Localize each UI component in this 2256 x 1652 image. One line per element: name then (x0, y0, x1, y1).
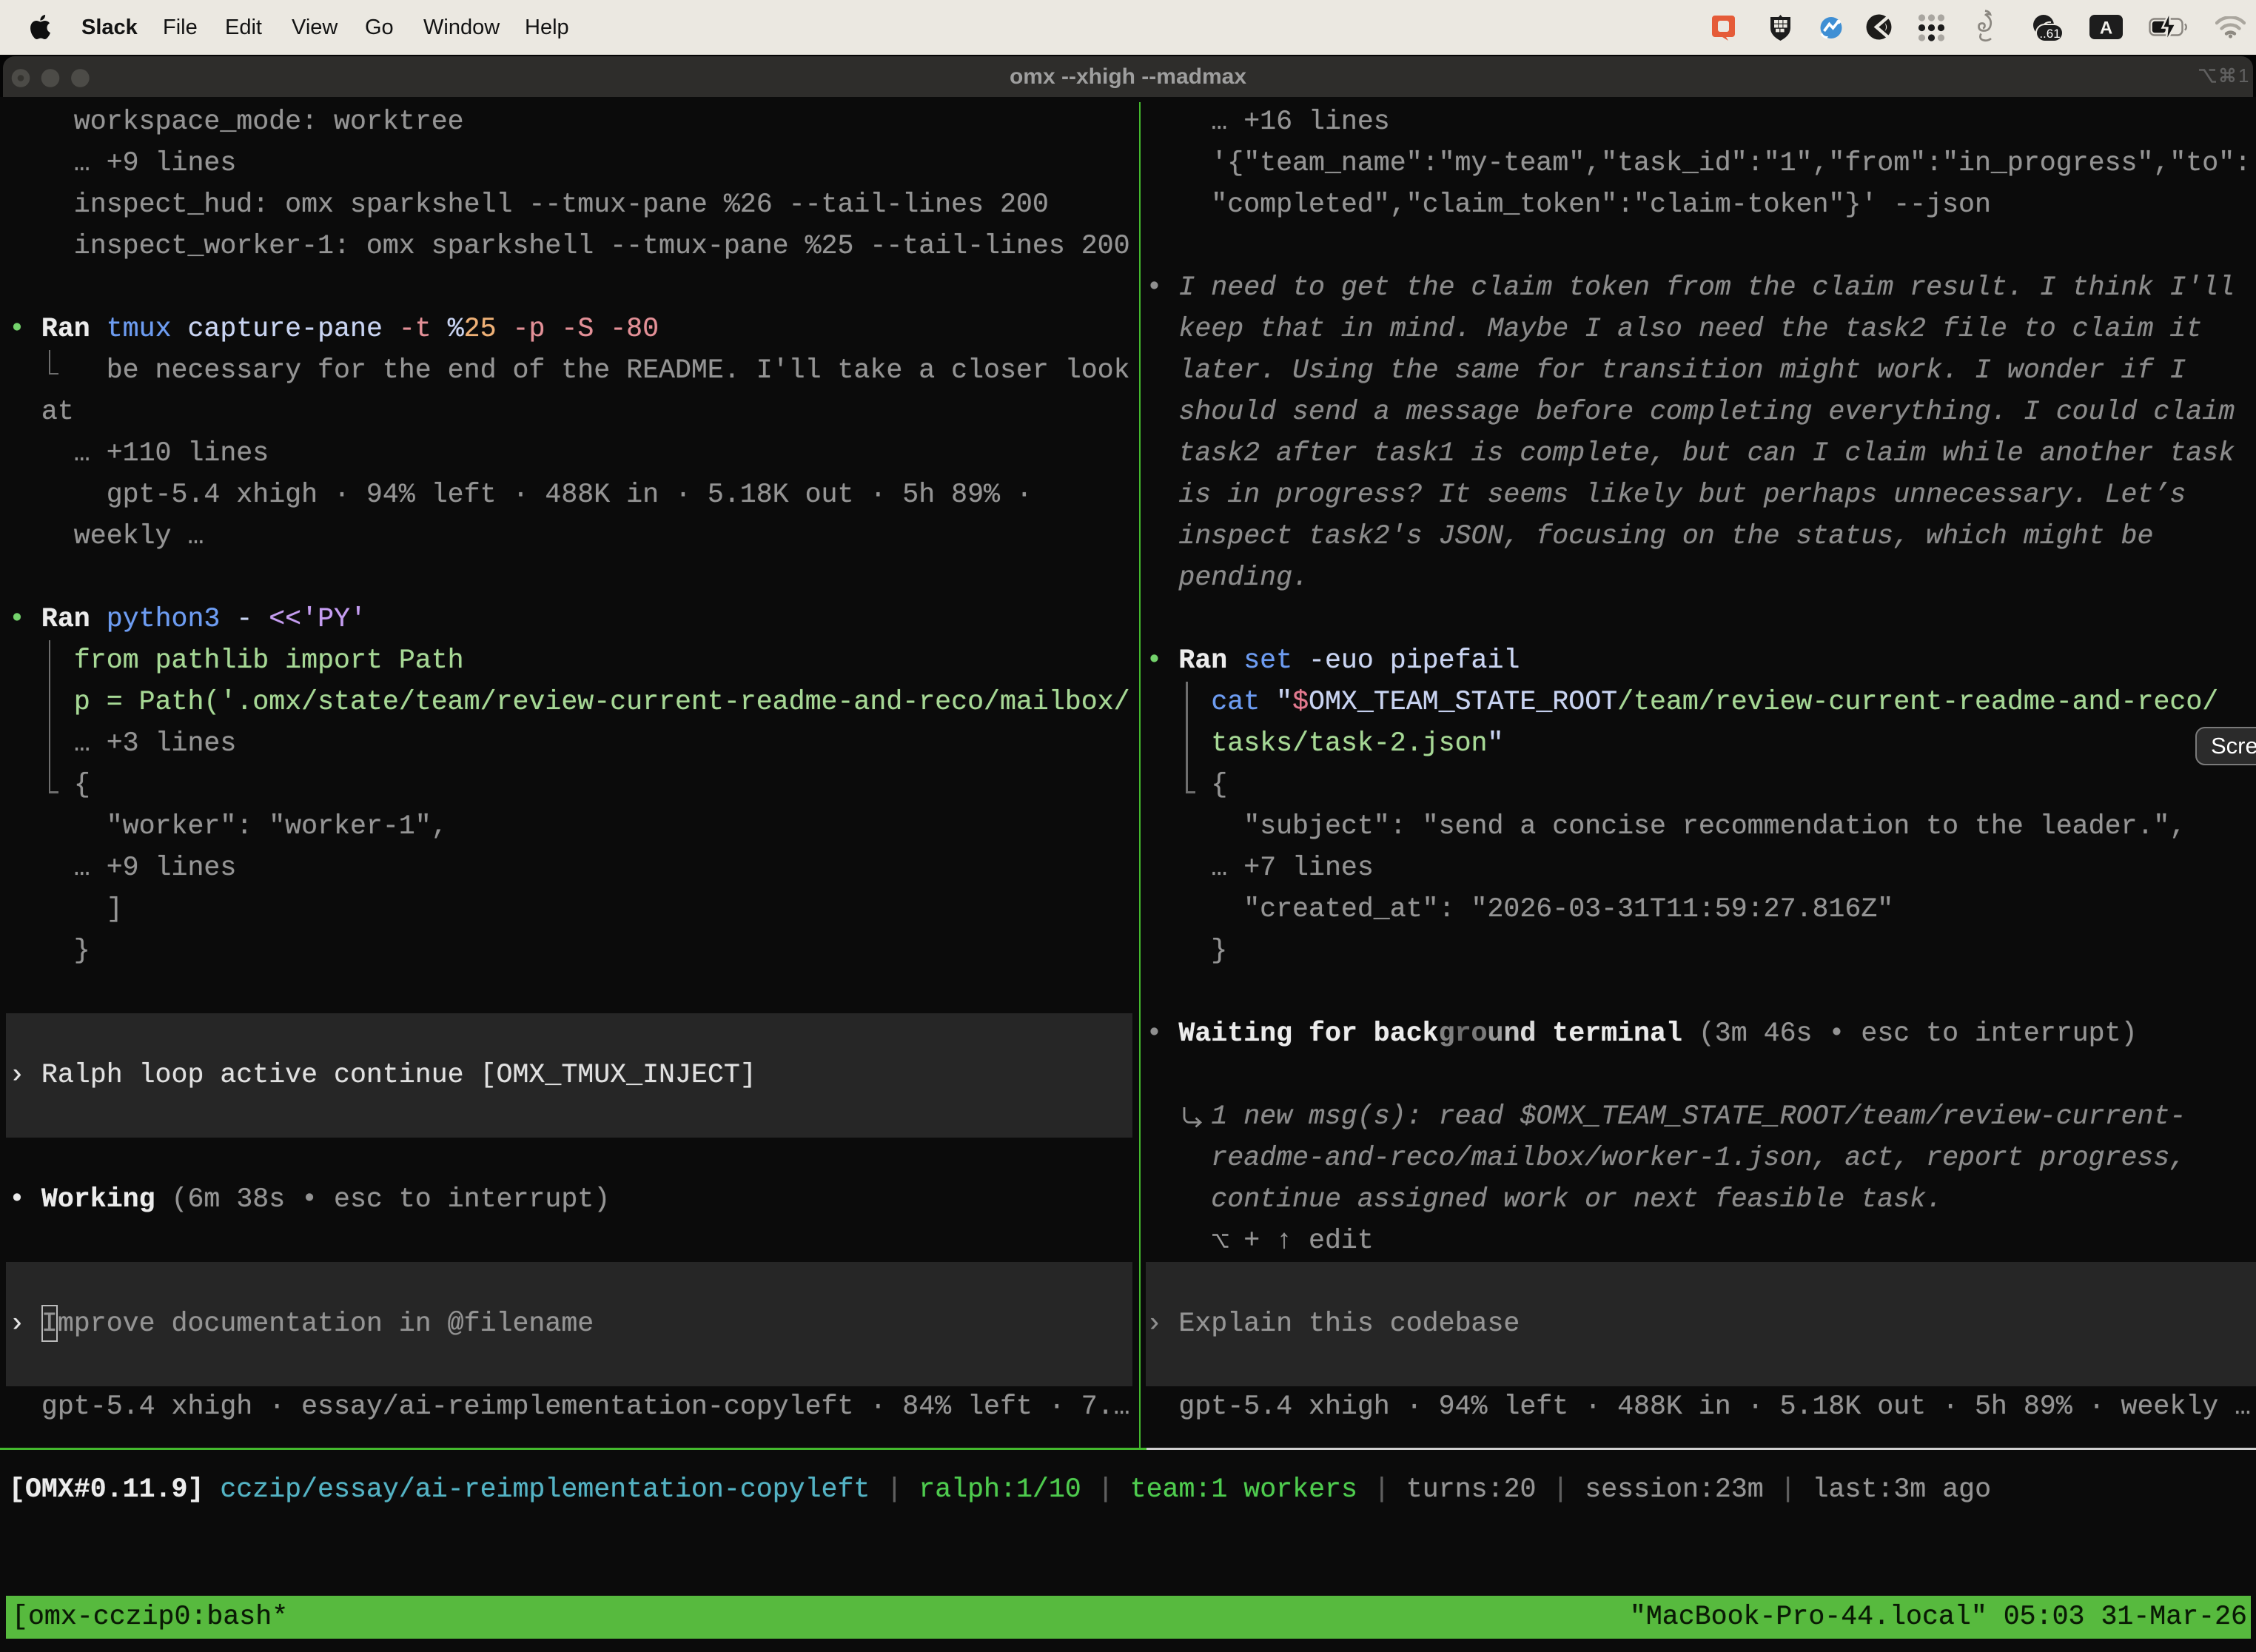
svg-text:A: A (2100, 19, 2112, 38)
svg-text:1: 1 (2238, 65, 2249, 86)
svg-text:..61: ..61 (2039, 27, 2060, 41)
